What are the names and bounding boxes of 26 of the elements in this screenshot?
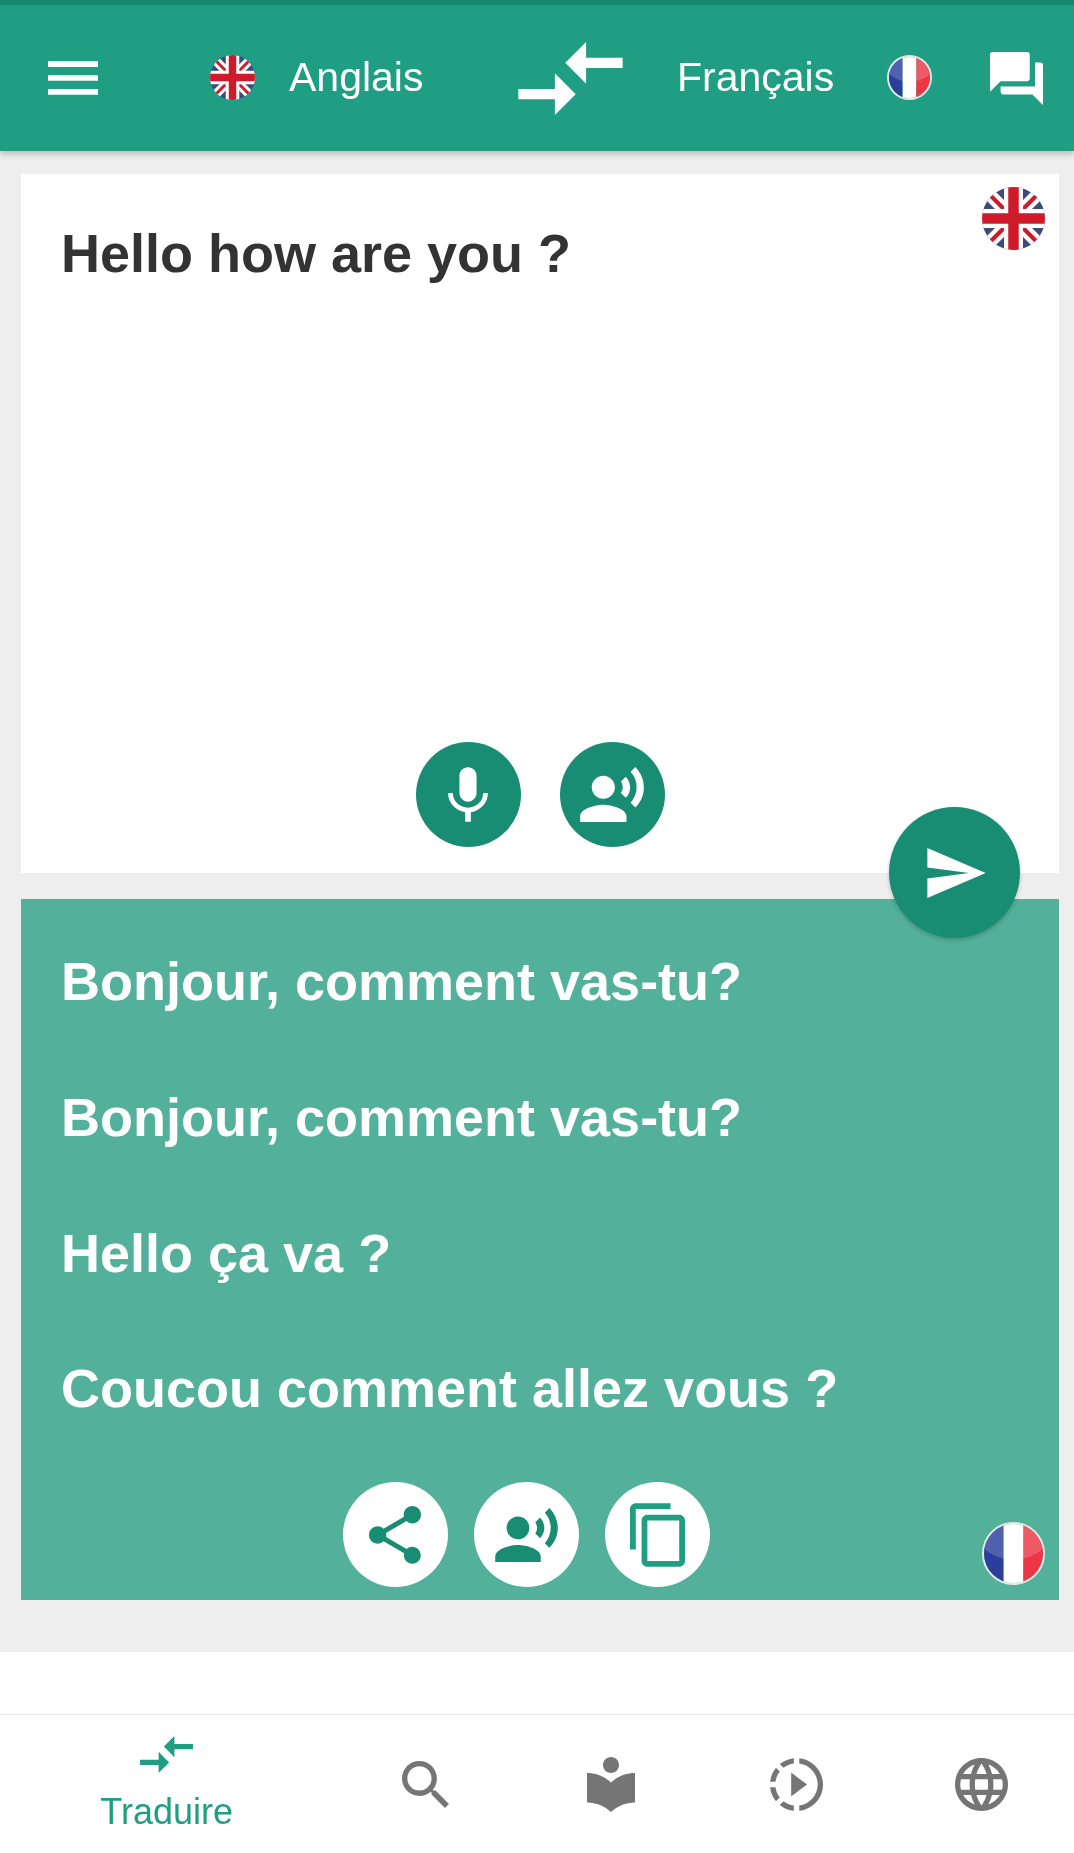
globe-icon bbox=[954, 1757, 1008, 1811]
translation-text: Coucou comment allez vous ? bbox=[61, 1357, 840, 1421]
chat-bubbles-icon bbox=[990, 51, 1043, 105]
france-flag-icon bbox=[982, 1522, 1045, 1585]
person-speaking-icon bbox=[494, 1507, 558, 1562]
arrows-icon bbox=[140, 1735, 194, 1773]
chat-button[interactable] bbox=[990, 51, 1043, 105]
source-text-input[interactable]: Hello how are you ? bbox=[61, 221, 982, 286]
menu-button[interactable] bbox=[48, 60, 98, 96]
reading-person-icon bbox=[587, 1756, 636, 1812]
nav-tab[interactable]: Traduire bbox=[0, 1715, 334, 1853]
translation-text: Bonjour, comment vas-tu? bbox=[61, 1085, 744, 1149]
swap-arrows-icon bbox=[518, 41, 623, 115]
france-flag-icon bbox=[887, 55, 932, 101]
translation-text: Bonjour, comment vas-tu? bbox=[61, 950, 744, 1013]
microphone-icon bbox=[448, 767, 488, 822]
source-language-button[interactable]: Anglais bbox=[210, 54, 440, 102]
share-icon bbox=[369, 1505, 421, 1564]
swap-languages-button[interactable] bbox=[518, 41, 623, 115]
person-speaking-icon bbox=[580, 767, 644, 822]
translation-text: Hello ça va ? bbox=[61, 1221, 393, 1285]
copy-icon bbox=[629, 1502, 685, 1567]
target-language-button[interactable]: Français bbox=[677, 54, 932, 102]
uk-flag-icon bbox=[210, 55, 255, 101]
search-icon bbox=[402, 1760, 450, 1808]
menu-icon bbox=[48, 61, 98, 95]
